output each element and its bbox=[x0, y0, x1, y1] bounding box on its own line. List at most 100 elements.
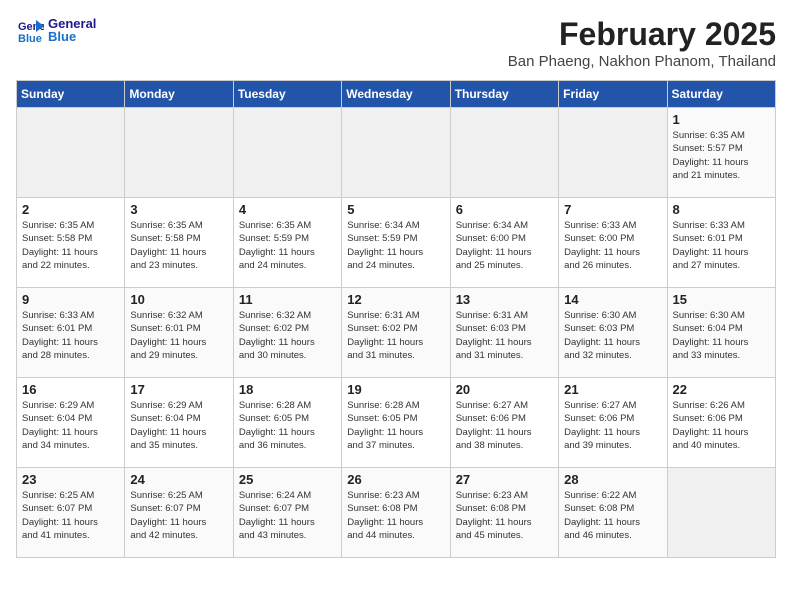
day-number: 16 bbox=[22, 382, 119, 397]
subtitle: Ban Phaeng, Nakhon Phanom, Thailand bbox=[508, 53, 776, 70]
calendar-cell bbox=[559, 108, 667, 198]
logo: General Blue General Blue bbox=[16, 16, 96, 44]
day-number: 8 bbox=[673, 202, 770, 217]
day-info: Sunrise: 6:30 AM Sunset: 6:04 PM Dayligh… bbox=[673, 309, 770, 362]
day-number: 26 bbox=[347, 472, 444, 487]
day-number: 19 bbox=[347, 382, 444, 397]
day-info: Sunrise: 6:23 AM Sunset: 6:08 PM Dayligh… bbox=[347, 489, 444, 542]
calendar-cell: 3 Sunrise: 6:35 AM Sunset: 5:58 PM Daylig… bbox=[125, 198, 233, 288]
day-number: 15 bbox=[673, 292, 770, 307]
week-row-1: 1 Sunrise: 6:35 AM Sunset: 5:57 PM Daylig… bbox=[17, 108, 776, 198]
day-info: Sunrise: 6:35 AM Sunset: 5:59 PM Dayligh… bbox=[239, 219, 336, 272]
day-info: Sunrise: 6:24 AM Sunset: 6:07 PM Dayligh… bbox=[239, 489, 336, 542]
calendar-cell: 24Sunrise: 6:25 AM Sunset: 6:07 PM Dayli… bbox=[125, 468, 233, 558]
calendar-cell: 27 Sunrise: 6:23 AM Sunset: 6:08 PM Dayli… bbox=[450, 468, 558, 558]
day-number: 14 bbox=[564, 292, 661, 307]
calendar-cell: 22 Sunrise: 6:26 AM Sunset: 6:06 PM Dayli… bbox=[667, 378, 775, 468]
day-number: 6 bbox=[456, 202, 553, 217]
calendar-cell: 11 Sunrise: 6:32 AM Sunset: 6:02 PM Dayli… bbox=[233, 288, 341, 378]
calendar-cell: 25 Sunrise: 6:24 AM Sunset: 6:07 PM Dayli… bbox=[233, 468, 341, 558]
calendar-cell: 14 Sunrise: 6:30 AM Sunset: 6:03 PM Dayli… bbox=[559, 288, 667, 378]
calendar-cell: 20Sunrise: 6:27 AM Sunset: 6:06 PM Dayli… bbox=[450, 378, 558, 468]
day-number: 22 bbox=[673, 382, 770, 397]
calendar-cell: 13 Sunrise: 6:31 AM Sunset: 6:03 PM Dayli… bbox=[450, 288, 558, 378]
calendar-cell: 23 Sunrise: 6:25 AM Sunset: 6:07 PM Dayli… bbox=[17, 468, 125, 558]
day-info: Sunrise: 6:30 AM Sunset: 6:03 PM Dayligh… bbox=[564, 309, 661, 362]
day-info: Sunrise: 6:22 AM Sunset: 6:08 PM Dayligh… bbox=[564, 489, 661, 542]
weekday-header-saturday: Saturday bbox=[667, 81, 775, 108]
day-number: 12 bbox=[347, 292, 444, 307]
calendar-cell: 16 Sunrise: 6:29 AM Sunset: 6:04 PM Dayli… bbox=[17, 378, 125, 468]
calendar-cell: 12 Sunrise: 6:31 AM Sunset: 6:02 PM Dayli… bbox=[342, 288, 450, 378]
logo-icon: General Blue bbox=[16, 16, 44, 44]
day-number: 17 bbox=[130, 382, 227, 397]
calendar-cell: 15 Sunrise: 6:30 AM Sunset: 6:04 PM Dayli… bbox=[667, 288, 775, 378]
calendar-cell bbox=[667, 468, 775, 558]
day-number: 21 bbox=[564, 382, 661, 397]
day-info: Sunrise: 6:27 AM Sunset: 6:06 PM Dayligh… bbox=[564, 399, 661, 452]
day-info: Sunrise: 6:34 AM Sunset: 6:00 PM Dayligh… bbox=[456, 219, 553, 272]
week-row-5: 23 Sunrise: 6:25 AM Sunset: 6:07 PM Dayli… bbox=[17, 468, 776, 558]
weekday-header-tuesday: Tuesday bbox=[233, 81, 341, 108]
week-row-4: 16 Sunrise: 6:29 AM Sunset: 6:04 PM Dayli… bbox=[17, 378, 776, 468]
weekday-header-thursday: Thursday bbox=[450, 81, 558, 108]
day-number: 4 bbox=[239, 202, 336, 217]
title-area: February 2025 Ban Phaeng, Nakhon Phanom,… bbox=[508, 16, 776, 70]
day-info: Sunrise: 6:33 AM Sunset: 6:01 PM Dayligh… bbox=[673, 219, 770, 272]
calendar-cell: 4 Sunrise: 6:35 AM Sunset: 5:59 PM Daylig… bbox=[233, 198, 341, 288]
calendar-cell: 21 Sunrise: 6:27 AM Sunset: 6:06 PM Dayli… bbox=[559, 378, 667, 468]
weekday-header-wednesday: Wednesday bbox=[342, 81, 450, 108]
day-info: Sunrise: 6:25 AM Sunset: 6:07 PM Dayligh… bbox=[22, 489, 119, 542]
week-row-3: 9 Sunrise: 6:33 AM Sunset: 6:01 PM Daylig… bbox=[17, 288, 776, 378]
day-info: Sunrise: 6:28 AM Sunset: 6:05 PM Dayligh… bbox=[347, 399, 444, 452]
day-number: 18 bbox=[239, 382, 336, 397]
calendar-cell: 2 Sunrise: 6:35 AM Sunset: 5:58 PM Daylig… bbox=[17, 198, 125, 288]
calendar-cell: 19 Sunrise: 6:28 AM Sunset: 6:05 PM Dayli… bbox=[342, 378, 450, 468]
day-info: Sunrise: 6:33 AM Sunset: 6:01 PM Dayligh… bbox=[22, 309, 119, 362]
calendar-cell: 26 Sunrise: 6:23 AM Sunset: 6:08 PM Dayli… bbox=[342, 468, 450, 558]
calendar-cell: 10Sunrise: 6:32 AM Sunset: 6:01 PM Dayli… bbox=[125, 288, 233, 378]
calendar-cell: 18 Sunrise: 6:28 AM Sunset: 6:05 PM Dayli… bbox=[233, 378, 341, 468]
day-info: Sunrise: 6:29 AM Sunset: 6:04 PM Dayligh… bbox=[130, 399, 227, 452]
day-info: Sunrise: 6:34 AM Sunset: 5:59 PM Dayligh… bbox=[347, 219, 444, 272]
day-info: Sunrise: 6:31 AM Sunset: 6:03 PM Dayligh… bbox=[456, 309, 553, 362]
day-number: 23 bbox=[22, 472, 119, 487]
day-info: Sunrise: 6:35 AM Sunset: 5:58 PM Dayligh… bbox=[130, 219, 227, 272]
day-info: Sunrise: 6:27 AM Sunset: 6:06 PM Dayligh… bbox=[456, 399, 553, 452]
calendar-cell bbox=[450, 108, 558, 198]
calendar-cell: 6 Sunrise: 6:34 AM Sunset: 6:00 PM Daylig… bbox=[450, 198, 558, 288]
day-number: 28 bbox=[564, 472, 661, 487]
day-info: Sunrise: 6:31 AM Sunset: 6:02 PM Dayligh… bbox=[347, 309, 444, 362]
day-info: Sunrise: 6:23 AM Sunset: 6:08 PM Dayligh… bbox=[456, 489, 553, 542]
day-info: Sunrise: 6:25 AM Sunset: 6:07 PM Dayligh… bbox=[130, 489, 227, 542]
calendar-cell: 1 Sunrise: 6:35 AM Sunset: 5:57 PM Daylig… bbox=[667, 108, 775, 198]
day-number: 2 bbox=[22, 202, 119, 217]
day-info: Sunrise: 6:33 AM Sunset: 6:00 PM Dayligh… bbox=[564, 219, 661, 272]
day-number: 5 bbox=[347, 202, 444, 217]
day-number: 1 bbox=[673, 112, 770, 127]
day-info: Sunrise: 6:35 AM Sunset: 5:57 PM Dayligh… bbox=[673, 129, 770, 182]
day-number: 27 bbox=[456, 472, 553, 487]
day-number: 13 bbox=[456, 292, 553, 307]
day-number: 3 bbox=[130, 202, 227, 217]
logo-blue: Blue bbox=[48, 30, 96, 43]
weekday-header-monday: Monday bbox=[125, 81, 233, 108]
day-info: Sunrise: 6:29 AM Sunset: 6:04 PM Dayligh… bbox=[22, 399, 119, 452]
day-info: Sunrise: 6:26 AM Sunset: 6:06 PM Dayligh… bbox=[673, 399, 770, 452]
weekday-header-sunday: Sunday bbox=[17, 81, 125, 108]
weekday-header-friday: Friday bbox=[559, 81, 667, 108]
day-info: Sunrise: 6:35 AM Sunset: 5:58 PM Dayligh… bbox=[22, 219, 119, 272]
calendar-cell bbox=[233, 108, 341, 198]
day-number: 9 bbox=[22, 292, 119, 307]
day-number: 25 bbox=[239, 472, 336, 487]
calendar-cell: 7 Sunrise: 6:33 AM Sunset: 6:00 PM Daylig… bbox=[559, 198, 667, 288]
calendar-cell bbox=[17, 108, 125, 198]
calendar-cell: 17 Sunrise: 6:29 AM Sunset: 6:04 PM Dayli… bbox=[125, 378, 233, 468]
calendar-table: SundayMondayTuesdayWednesdayThursdayFrid… bbox=[16, 80, 776, 558]
calendar-cell: 5 Sunrise: 6:34 AM Sunset: 5:59 PM Daylig… bbox=[342, 198, 450, 288]
day-info: Sunrise: 6:32 AM Sunset: 6:02 PM Dayligh… bbox=[239, 309, 336, 362]
calendar-cell: 9 Sunrise: 6:33 AM Sunset: 6:01 PM Daylig… bbox=[17, 288, 125, 378]
day-info: Sunrise: 6:28 AM Sunset: 6:05 PM Dayligh… bbox=[239, 399, 336, 452]
day-number: 7 bbox=[564, 202, 661, 217]
day-number: 11 bbox=[239, 292, 336, 307]
